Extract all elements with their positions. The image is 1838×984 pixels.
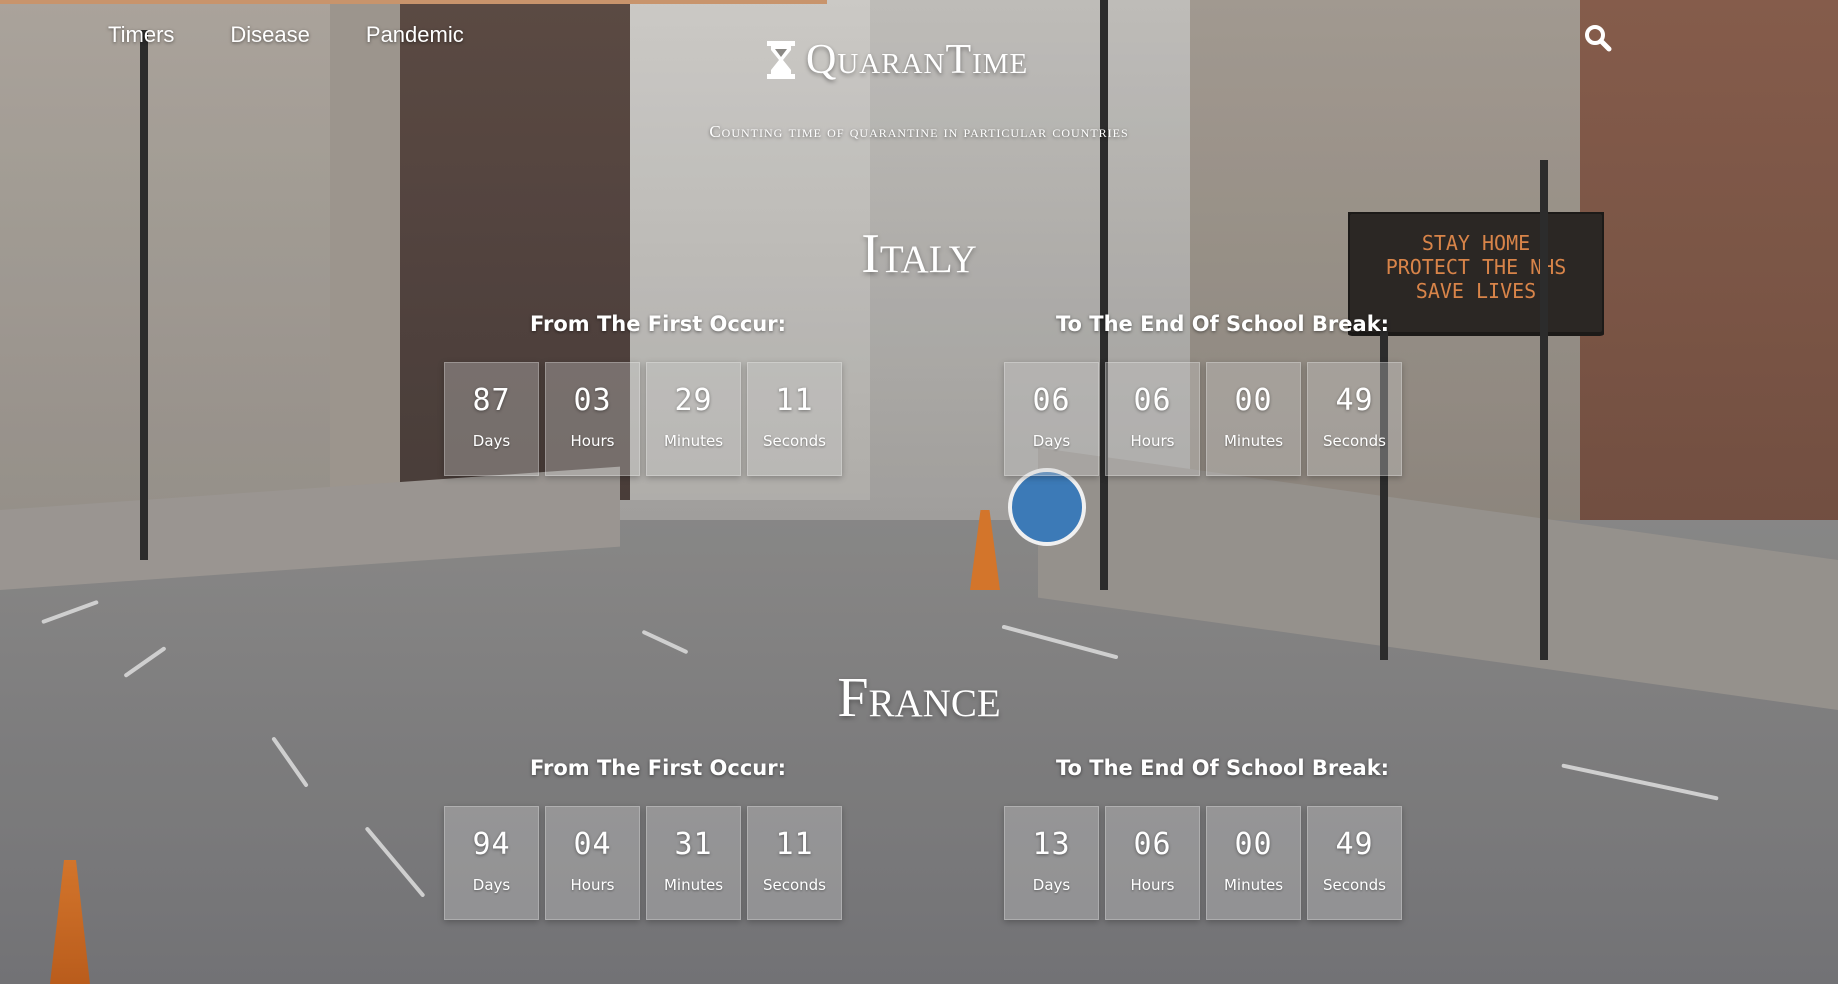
timer-value: 06 [1133,383,1172,418]
timer-value: 06 [1032,383,1071,418]
timer-unit-label: Seconds [1322,432,1387,450]
page-progress-bar [0,0,828,4]
timer-unit: 06 Hours [1105,806,1200,920]
timer-unit-label: Minutes [663,432,724,450]
timer-value: 87 [472,383,511,418]
timer-value: 31 [674,827,713,862]
label-first-occur: From The First Occur: [530,756,787,780]
timer-unit: 00 Minutes [1206,806,1301,920]
timer-value: 11 [775,827,814,862]
timer-italy-first: 87 Days 03 Hours 29 Minutes 11 Seconds [444,362,842,476]
search-icon[interactable] [1584,24,1612,52]
timer-value: 11 [775,383,814,418]
label-end-school-break: To The End Of School Break: [1056,756,1390,780]
timer-value: 13 [1032,827,1071,862]
brand-subtitle: Counting time of quarantine in particula… [709,122,1129,141]
timer-value: 49 [1335,827,1374,862]
background-street-photo: STAY HOME PROTECT THE NHS SAVE LIVES [0,0,1838,984]
timer-unit-label: Days [472,876,511,894]
timer-unit-label: Hours [570,432,615,450]
timer-unit: 06 Days [1004,362,1099,476]
timer-unit: 03 Hours [545,362,640,476]
timer-unit-label: Seconds [1322,876,1387,894]
label-first-occur: From The First Occur: [530,312,787,336]
nav-item-pandemic[interactable]: Pandemic [366,22,464,48]
timer-unit-label: Hours [570,876,615,894]
country-title-italy: Italy [861,223,977,285]
timer-unit: 04 Hours [545,806,640,920]
timer-unit: 49 Seconds [1307,362,1402,476]
timer-unit-label: Days [472,432,511,450]
timer-italy-end: 06 Days 06 Hours 00 Minutes 49 Seconds [1004,362,1402,476]
timer-france-first: 94 Days 04 Hours 31 Minutes 11 Seconds [444,806,842,920]
timer-unit-label: Minutes [1223,876,1284,894]
timer-value: 03 [573,383,612,418]
timer-unit: 13 Days [1004,806,1099,920]
timer-unit-label: Minutes [663,876,724,894]
brand-name: QuaranTime [806,37,1029,83]
timer-value: 29 [674,383,713,418]
country-title-france: France [837,667,1001,729]
top-nav: Timers Disease Pandemic [108,22,464,48]
timer-unit: 06 Hours [1105,362,1200,476]
nav-item-timers[interactable]: Timers [108,22,174,48]
timer-unit: 87 Days [444,362,539,476]
timer-unit: 11 Seconds [747,806,842,920]
timer-unit-label: Hours [1130,876,1175,894]
timer-unit: 00 Minutes [1206,362,1301,476]
timer-value: 06 [1133,827,1172,862]
timer-value: 04 [573,827,612,862]
timer-unit-label: Seconds [762,432,827,450]
timer-value: 49 [1335,383,1374,418]
timer-value: 00 [1234,827,1273,862]
timer-unit: 29 Minutes [646,362,741,476]
timer-value: 94 [472,827,511,862]
timer-unit-label: Minutes [1223,432,1284,450]
label-end-school-break: To The End Of School Break: [1056,312,1390,336]
timer-unit-label: Seconds [762,876,827,894]
timer-unit: 49 Seconds [1307,806,1402,920]
nav-item-disease[interactable]: Disease [230,22,309,48]
timer-unit-label: Days [1032,876,1071,894]
hourglass-icon [767,41,795,79]
timer-france-end: 13 Days 06 Hours 00 Minutes 49 Seconds [1004,806,1402,920]
brand-logo[interactable]: QuaranTime [766,36,1028,84]
timer-unit-label: Hours [1130,432,1175,450]
timer-unit-label: Days [1032,432,1071,450]
timer-unit: 94 Days [444,806,539,920]
timer-unit: 11 Seconds [747,362,842,476]
timer-value: 00 [1234,383,1273,418]
timer-unit: 31 Minutes [646,806,741,920]
